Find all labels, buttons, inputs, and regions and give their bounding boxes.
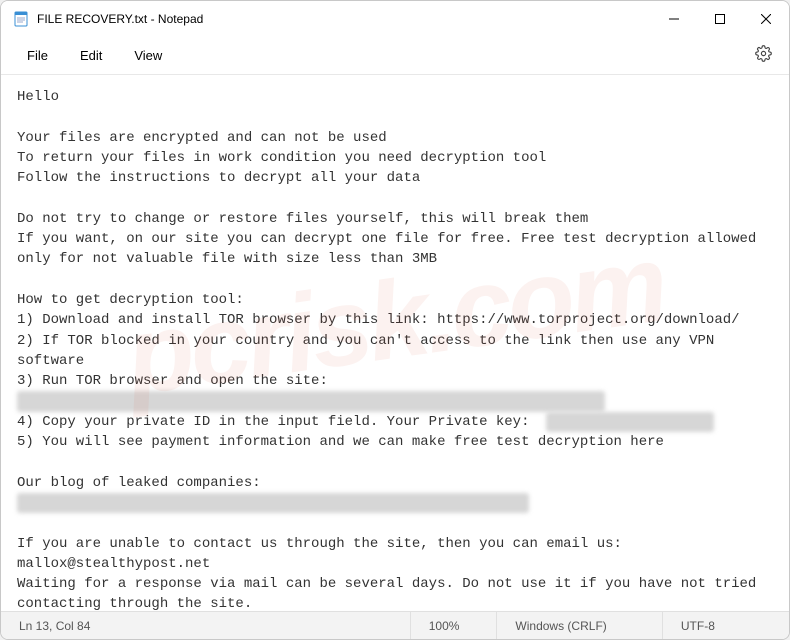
statusbar: Ln 13, Col 84 100% Windows (CRLF) UTF-8 xyxy=(1,611,789,639)
redacted-blog-url: xxxxxxxxxxxxxxxxxxxxxxxxxxxxxxxxxxxxxxxx… xyxy=(17,493,529,513)
text-editor[interactable]: Hello Your files are encrypted and can n… xyxy=(1,75,789,611)
text-line: 5) You will see payment information and … xyxy=(17,434,664,450)
text-line: How to get decryption tool: xyxy=(17,292,244,308)
text-line: 3) Run TOR browser and open the site: xyxy=(17,373,328,389)
window-title: FILE RECOVERY.txt - Notepad xyxy=(37,12,651,26)
text-line: 4) Copy your private ID in the input fie… xyxy=(17,414,546,430)
text-line: Follow the instructions to decrypt all y… xyxy=(17,170,420,186)
notepad-icon xyxy=(13,11,29,27)
titlebar: FILE RECOVERY.txt - Notepad xyxy=(1,1,789,37)
text-line: 2) If TOR blocked in your country and yo… xyxy=(17,333,723,369)
text-line: To return your files in work condition y… xyxy=(17,150,546,166)
text-line: If you want, on our site you can decrypt… xyxy=(17,231,765,267)
status-lineend: Windows (CRLF) xyxy=(497,612,662,639)
gear-icon xyxy=(755,45,772,67)
text-line: Hello xyxy=(17,89,59,105)
status-encoding: UTF-8 xyxy=(663,612,789,639)
menu-view[interactable]: View xyxy=(118,42,178,69)
text-line: Do not try to change or restore files yo… xyxy=(17,211,588,227)
menu-edit[interactable]: Edit xyxy=(64,42,118,69)
minimize-button[interactable] xyxy=(651,1,697,37)
close-button[interactable] xyxy=(743,1,789,37)
status-zoom: 100% xyxy=(411,612,498,639)
redacted-onion-url: xxxxxxxxxxxxxxxxxxxxxxxxxxxxxxxxxxxxxxxx… xyxy=(17,391,605,411)
menu-file[interactable]: File xyxy=(11,42,64,69)
settings-button[interactable] xyxy=(747,40,779,72)
notepad-window: FILE RECOVERY.txt - Notepad File Edit Vi… xyxy=(0,0,790,640)
redacted-private-key: xxxxxxxxxxxxxxxxxxxx xyxy=(546,412,714,432)
window-controls xyxy=(651,1,789,36)
text-line: Our blog of leaked companies: xyxy=(17,475,261,491)
text-line: If you are unable to contact us through … xyxy=(17,536,630,572)
status-position: Ln 13, Col 84 xyxy=(1,612,411,639)
maximize-button[interactable] xyxy=(697,1,743,37)
text-line: 1) Download and install TOR browser by t… xyxy=(17,312,740,328)
text-line: Waiting for a response via mail can be s… xyxy=(17,576,765,611)
text-line: Your files are encrypted and can not be … xyxy=(17,130,387,146)
menubar: File Edit View xyxy=(1,37,789,75)
